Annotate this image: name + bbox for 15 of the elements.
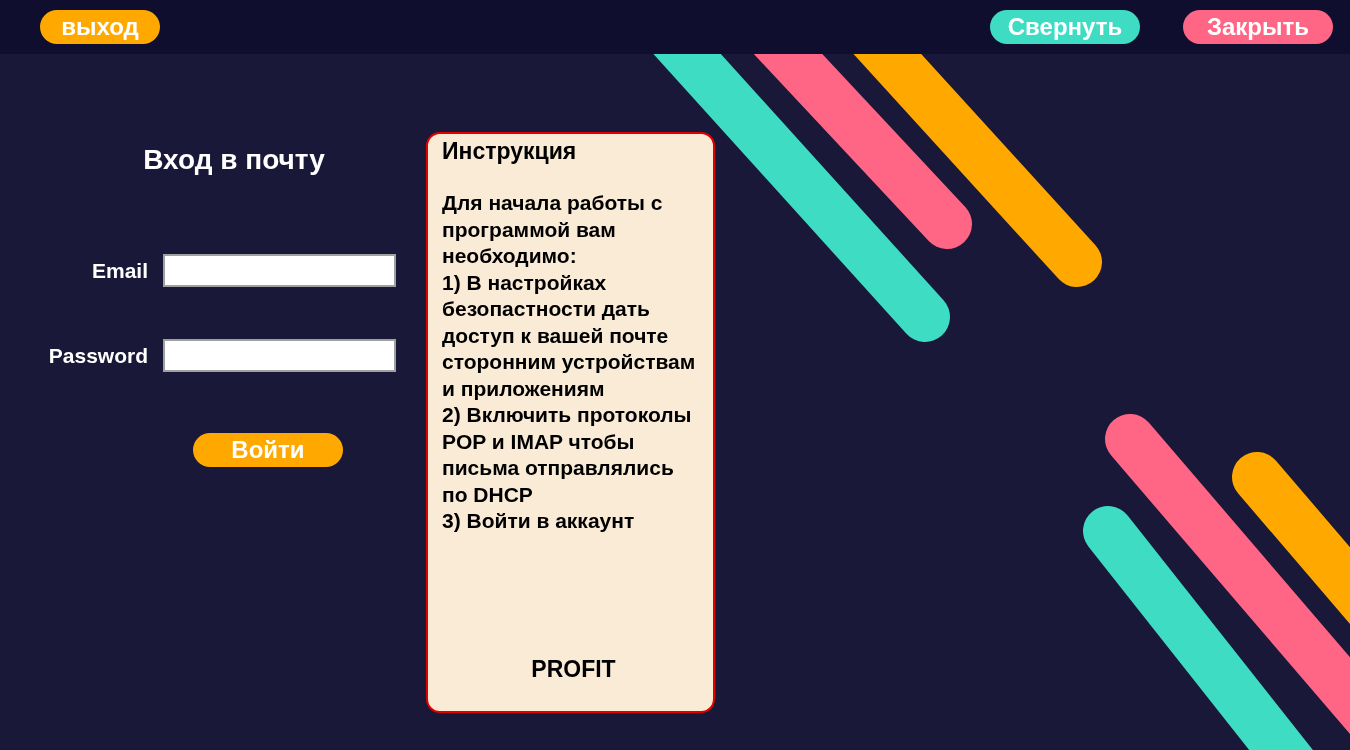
login-title: Вход в почту xyxy=(142,146,326,174)
login-button[interactable]: Войти xyxy=(193,433,343,467)
instruction-text: 1) В настройках безопастности дать доступ к вашей почте сторонним устройствам и приложениям xyxy=(442,269,697,402)
input-field[interactable] xyxy=(163,339,396,372)
instructions-footer: PROFIT xyxy=(531,658,616,681)
field-label: Email xyxy=(90,257,148,284)
instruction-text: Для начала работы с программой вам необходимо: xyxy=(442,190,664,269)
close-button[interactable]: Закрыть xyxy=(1183,10,1333,44)
instruction-text: 2) Включить протоколы POP и IMAP чтобы письма отправлялись по DHCP xyxy=(442,402,693,508)
input-field[interactable] xyxy=(163,254,396,287)
instructions-title: Инструкция xyxy=(442,138,577,164)
minimize-button[interactable]: Свернуть xyxy=(990,10,1140,44)
instruction-text: 3) Войти в аккаунт xyxy=(442,508,636,534)
exit-button[interactable]: выход xyxy=(40,10,160,44)
field-label: Password xyxy=(47,342,148,369)
